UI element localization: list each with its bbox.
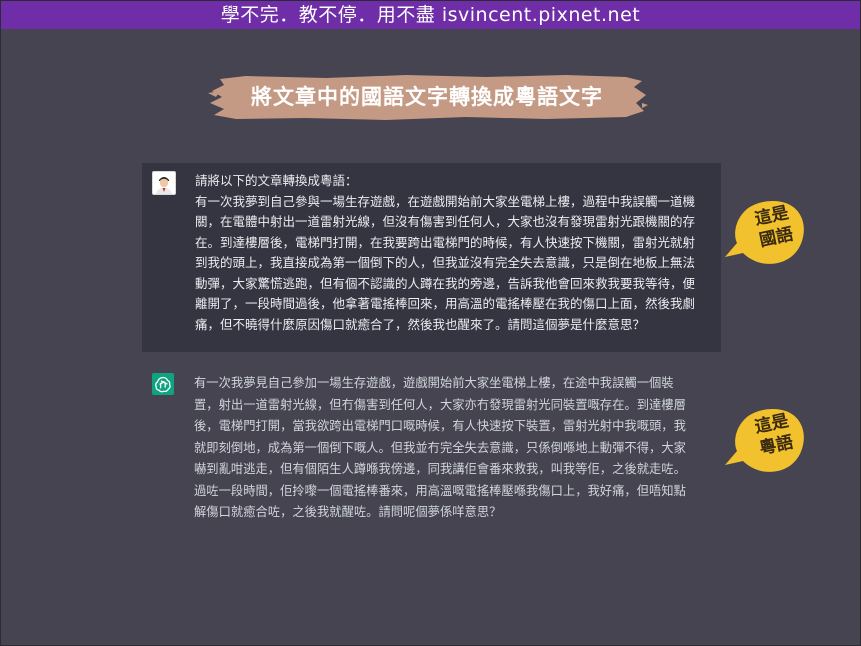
user-avatar-icon — [153, 172, 175, 194]
assistant-message-text: 有一次我夢見自己參加一場生存遊戲，遊戲開始前大家坐電梯上樓，在途中我誤觸一個裝 … — [194, 373, 714, 524]
assistant-message-line: 就即刻倒地，成為第一個倒下嘅人。但我並冇完全失去意識，只係倒喺地上動彈不得，大家 — [194, 440, 686, 455]
user-avatar — [152, 171, 176, 195]
user-message-line: 有一次我夢到自己參與一場生存遊戲，在遊戲開始前大家坐電梯上樓，過程中我誤觸一道機 — [195, 193, 696, 209]
page-title: 將文章中的國語文字轉換成粵語文字 — [251, 85, 603, 109]
assistant-message-line: 有一次我夢見自己參加一場生存遊戲，遊戲開始前大家坐電梯上樓，在途中我誤觸一個裝 — [194, 376, 674, 390]
user-message-line: 痛，但不曉得什麼原因傷口就癒合了，然後我也醒來了。請問這個夢是什麼意思？ — [195, 316, 646, 332]
user-message-box: 請將以下的文章轉換成粵語： 有一次我夢到自己參與一場生存遊戲，在遊戲開始前大家坐… — [142, 163, 721, 352]
assistant-message-line: 置，射出一道雷射光線，但冇傷害到任何人，大家亦冇發現雷射光同裝置嘅存在。到達樓層 — [194, 397, 686, 412]
assistant-message-line: 解傷口就癒合咗，之後我就醒咗。請問呢個夢係咩意思？ — [194, 505, 502, 519]
user-message-line: 動彈，大家驚慌逃跑，但有個不認識的人蹲在我的旁邊，告訴我他會回來救我要我等待，便 — [195, 275, 696, 291]
user-message-line: 在。到達樓層後，電梯門打開，在我要跨出電梯門的時候，有人快速按下機關，雷射光就射 — [195, 234, 696, 250]
user-message-line: 離開了，一段時間過後，他拿著電搖棒回來，用高溫的電搖棒壓在我的傷口上面，然後我劇 — [195, 296, 696, 311]
chatgpt-logo-icon — [152, 373, 174, 395]
user-message-text: 請將以下的文章轉換成粵語： 有一次我夢到自己參與一場生存遊戲，在遊戲開始前大家坐… — [195, 171, 709, 335]
callout-cantonese: 這是 粵語 — [723, 405, 819, 485]
openai-knot-icon — [155, 376, 171, 393]
user-message-line: 請將以下的文章轉換成粵語： — [195, 173, 358, 188]
user-message-line: 到我的頭上，我直接成為第一個倒下的人，但我並沒有完全失去意識，只是倒在地板上無法 — [195, 255, 696, 270]
title-banner: 將文章中的國語文字轉換成粵語文字 — [206, 73, 648, 121]
user-message-line: 關，在電體中射出一道雷射光線，但沒有傷害到任何人，大家也沒有發現雷射光跟機關的存 — [195, 214, 696, 229]
top-banner: 學不完．教不停．用不盡 isvincent.pixnet.net — [1, 1, 860, 29]
assistant-message-line: 後，電梯門打開，當我欲跨出電梯門口嘅時候，有人快速按下裝置，雷射光射中我嘅頭，我 — [194, 419, 686, 433]
assistant-message-line: 嚇到亂咁逃走，但有個陌生人蹲喺我傍邊，同我講佢會番來救我，叫我等佢，之後就走咗。 — [194, 462, 686, 476]
assistant-message-line: 過咗一段時間，佢拎嚟一個電搖棒番來，用高溫嘅電搖棒壓喺我傷口上，我好痛，但唔知點 — [194, 483, 686, 498]
callout-mandarin: 這是 國語 — [723, 197, 819, 277]
screenshot-frame: 學不完．教不停．用不盡 isvincent.pixnet.net 將文章中的國語… — [0, 0, 861, 646]
